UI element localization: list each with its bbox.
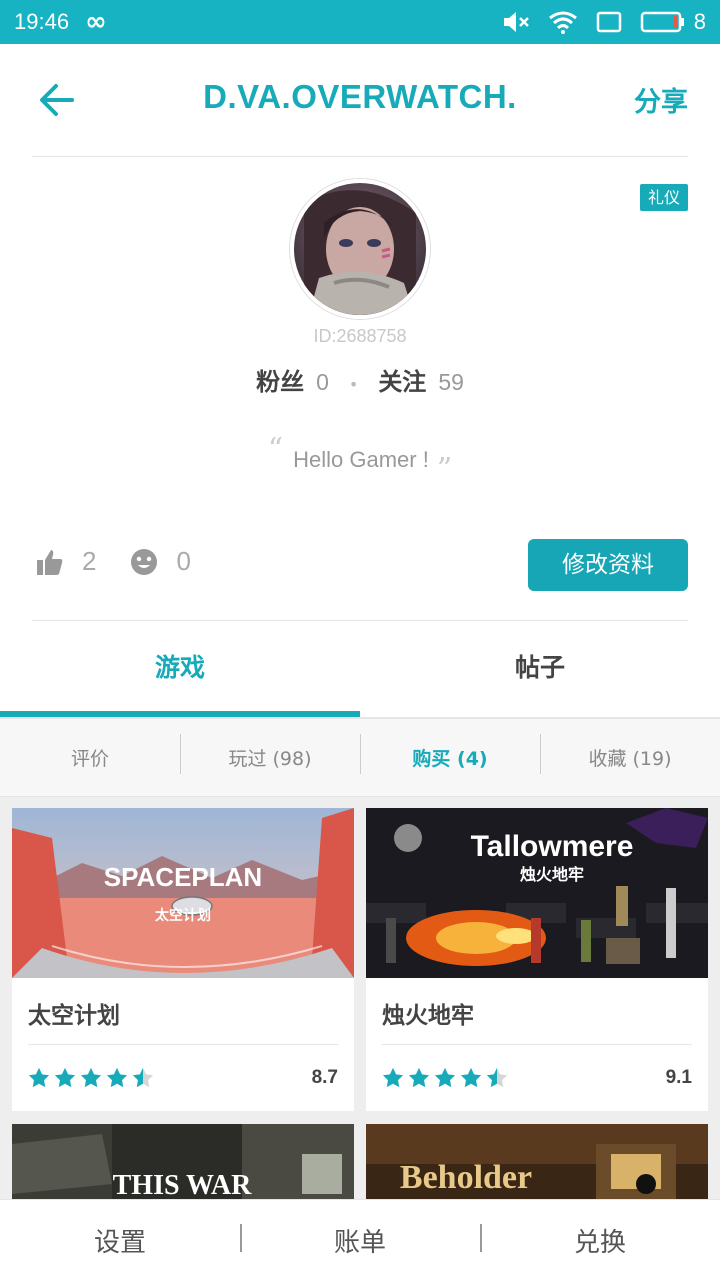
half-star-icon [132,1067,154,1088]
game-cover: Tallowmere 烛火地牢 [366,808,708,978]
subtabs: 评价 玩过 (98) 购买 (4) 收藏 (19) [0,719,720,797]
motto: “ Hello Gamer ! ” [0,432,720,487]
divider [32,620,688,621]
smiley-face-icon [131,548,158,575]
user-id: ID:2688758 [313,326,407,346]
main-tabs: 游戏 帖子 [0,622,720,718]
close-quote-icon: ” [436,452,453,487]
game-name: 烛火地牢 [382,1003,474,1029]
game-card[interactable]: Tallowmere 烛火地牢 烛火地牢 9.1 [366,808,708,1111]
page-title: D.VA.OVERWATCH. [203,78,517,115]
tab-games[interactable]: 游戏 [0,622,360,718]
star-rating [28,1067,154,1089]
game-grid: SPACEPLAN 太空计划 太空计划 8.7 Tallowmere 烛火地牢 … [0,797,720,1200]
edit-profile-button[interactable]: 修改资料 [528,539,688,591]
bottom-bar: 设置 账单 兑换 [0,1200,720,1280]
star-icon [460,1067,482,1088]
star-rating [382,1067,508,1089]
motto-text: Hello Gamer ! [293,447,429,472]
game-card[interactable]: Beholder [366,1124,708,1200]
status-time: 19:46 [14,9,70,34]
star-icon [106,1067,128,1088]
cover-title: THIS WAR [113,1170,253,1200]
half-star-icon [486,1067,508,1088]
star-icon [382,1067,404,1088]
star-icon [408,1067,430,1088]
cover-title: Beholder [400,1159,532,1196]
star-icon [80,1067,102,1088]
settings-button[interactable]: 设置 [0,1222,240,1259]
subtab-played[interactable]: 玩过 (98) [180,734,360,774]
cover-subtitle: 烛火地牢 [520,865,584,884]
thumbs-up-icon [37,549,63,575]
subtab-reviews[interactable]: 评价 [0,744,180,771]
bills-button[interactable]: 账单 [240,1222,480,1259]
infinity-icon: ∞ [85,7,107,37]
status-bar: 19:46 ∞ 8 [0,0,720,44]
tab-indicator [0,711,360,717]
game-score: 9.1 [665,1067,692,1088]
wifi-icon [548,11,577,34]
reaction-stats: 2 0 [36,546,225,577]
open-quote-icon: “ [267,432,284,467]
game-name: 太空计划 [28,1003,120,1029]
game-card[interactable]: THIS WAR [12,1124,354,1200]
cover-title: Tallowmere [471,830,634,863]
subtab-purchased[interactable]: 购买 (4) [360,734,540,774]
like-count: 2 [82,546,97,576]
subtab-favorites[interactable]: 收藏 (19) [540,734,720,774]
game-rating: 9.1 [366,1045,708,1111]
fans-count[interactable]: 0 [316,369,329,396]
divider [32,156,688,157]
cover-subtitle: 太空计划 [155,907,211,924]
game-cover: Beholder [366,1124,708,1200]
game-rating: 8.7 [12,1045,354,1111]
avatar[interactable] [290,179,430,319]
cover-title: SPACEPLAN [104,862,262,892]
tab-posts[interactable]: 帖子 [360,622,720,718]
separator-dot: • [348,375,359,394]
battery-icon [640,11,684,33]
star-icon [434,1067,456,1088]
game-score: 8.7 [311,1067,338,1088]
redeem-button[interactable]: 兑换 [480,1222,720,1259]
face-count: 0 [176,546,191,576]
following-count[interactable]: 59 [438,369,464,396]
face-stat[interactable]: 0 [130,546,191,577]
sim-card-icon [596,11,621,33]
game-cover: SPACEPLAN 太空计划 [12,808,354,978]
fans-label[interactable]: 粉丝 [256,362,304,397]
star-icon [54,1067,76,1088]
following-label[interactable]: 关注 [378,362,426,397]
mute-icon [503,12,529,32]
star-icon [28,1067,50,1088]
follow-stats: 粉丝 0 • 关注 59 [0,362,720,397]
etiquette-badge[interactable]: 礼仪 [640,184,688,211]
battery-level: 8 [693,9,706,34]
like-stat[interactable]: 2 [36,546,96,577]
header: D.VA.OVERWATCH. 分享 [0,44,720,156]
game-card[interactable]: SPACEPLAN 太空计划 太空计划 8.7 [12,808,354,1111]
share-button[interactable]: 分享 [634,80,688,119]
game-cover: THIS WAR [12,1124,354,1200]
